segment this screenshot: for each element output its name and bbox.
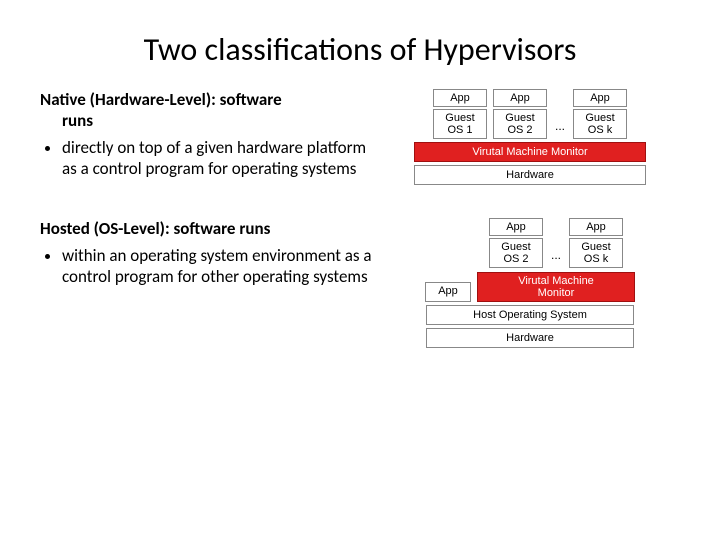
vmm-box: Virutal Machine Monitor (477, 272, 635, 302)
guest-stack-2: App Guest OS 2 (493, 89, 547, 139)
guest-os-box: Guest OS 2 (489, 238, 543, 268)
app-box: App (425, 282, 471, 302)
hosted-guest-row: App Guest OS 2 ... App Guest OS k (477, 218, 635, 268)
hardware-box: Hardware (426, 328, 634, 348)
guest-os-box: Guest OS k (573, 109, 627, 139)
hosted-bullets: within an operating system environment a… (40, 245, 380, 287)
hosted-section: Hosted (OS-Level): software runs within … (40, 218, 680, 348)
native-heading-line1: Native (Hardware-Level): software (40, 89, 282, 110)
guest-os-box: Guest OS k (569, 238, 623, 268)
app-box: App (433, 89, 487, 107)
hosted-heading: Hosted (OS-Level): software runs (40, 218, 380, 239)
native-bullets: directly on top of a given hardware plat… (40, 137, 380, 179)
vmm-line2: Monitor (538, 287, 575, 299)
app-box: App (493, 89, 547, 107)
hosted-text: Hosted (OS-Level): software runs within … (40, 218, 400, 291)
slide-title: Two classifications of Hypervisors (40, 30, 680, 69)
hosted-right-group: App Guest OS 2 ... App Guest OS k (477, 218, 635, 302)
host-os-box: Host Operating System (426, 305, 634, 325)
native-text: Native (Hardware-Level): software runs d… (40, 89, 400, 183)
guest-os-box: Guest OS 1 (433, 109, 487, 139)
app-box: App (573, 89, 627, 107)
app-box: App (489, 218, 543, 236)
content-area: Native (Hardware-Level): software runs d… (40, 89, 680, 378)
guest-stack-1: App Guest OS 1 (433, 89, 487, 139)
guest-os-box: Guest OS 2 (493, 109, 547, 139)
vmm-box: Virutal Machine Monitor (414, 142, 646, 162)
vmm-line1: Virutal Machine (518, 275, 594, 287)
guest-stack-k: App Guest OS k (569, 218, 623, 268)
guest-stack-k: App Guest OS k (573, 89, 627, 139)
ellipsis: ... (553, 119, 567, 139)
hardware-box: Hardware (414, 165, 646, 185)
native-guest-row: App Guest OS 1 App Guest OS 2 ... App Gu… (414, 89, 646, 139)
hosted-bullet: within an operating system environment a… (62, 245, 380, 287)
native-diagram: App Guest OS 1 App Guest OS 2 ... App Gu… (400, 89, 660, 188)
native-bullet: directly on top of a given hardware plat… (62, 137, 380, 179)
native-section: Native (Hardware-Level): software runs d… (40, 89, 680, 188)
app-box: App (569, 218, 623, 236)
guest-stack-2: App Guest OS 2 (489, 218, 543, 268)
native-heading-line2: runs (40, 110, 380, 131)
hosted-top-row: App App Guest OS 2 ... App (425, 218, 635, 302)
native-heading: Native (Hardware-Level): software runs (40, 89, 380, 131)
hosted-diagram: App App Guest OS 2 ... App (400, 218, 660, 348)
ellipsis: ... (549, 248, 563, 268)
hosted-left-app: App (425, 282, 471, 302)
slide: Two classifications of Hypervisors Nativ… (0, 0, 720, 398)
